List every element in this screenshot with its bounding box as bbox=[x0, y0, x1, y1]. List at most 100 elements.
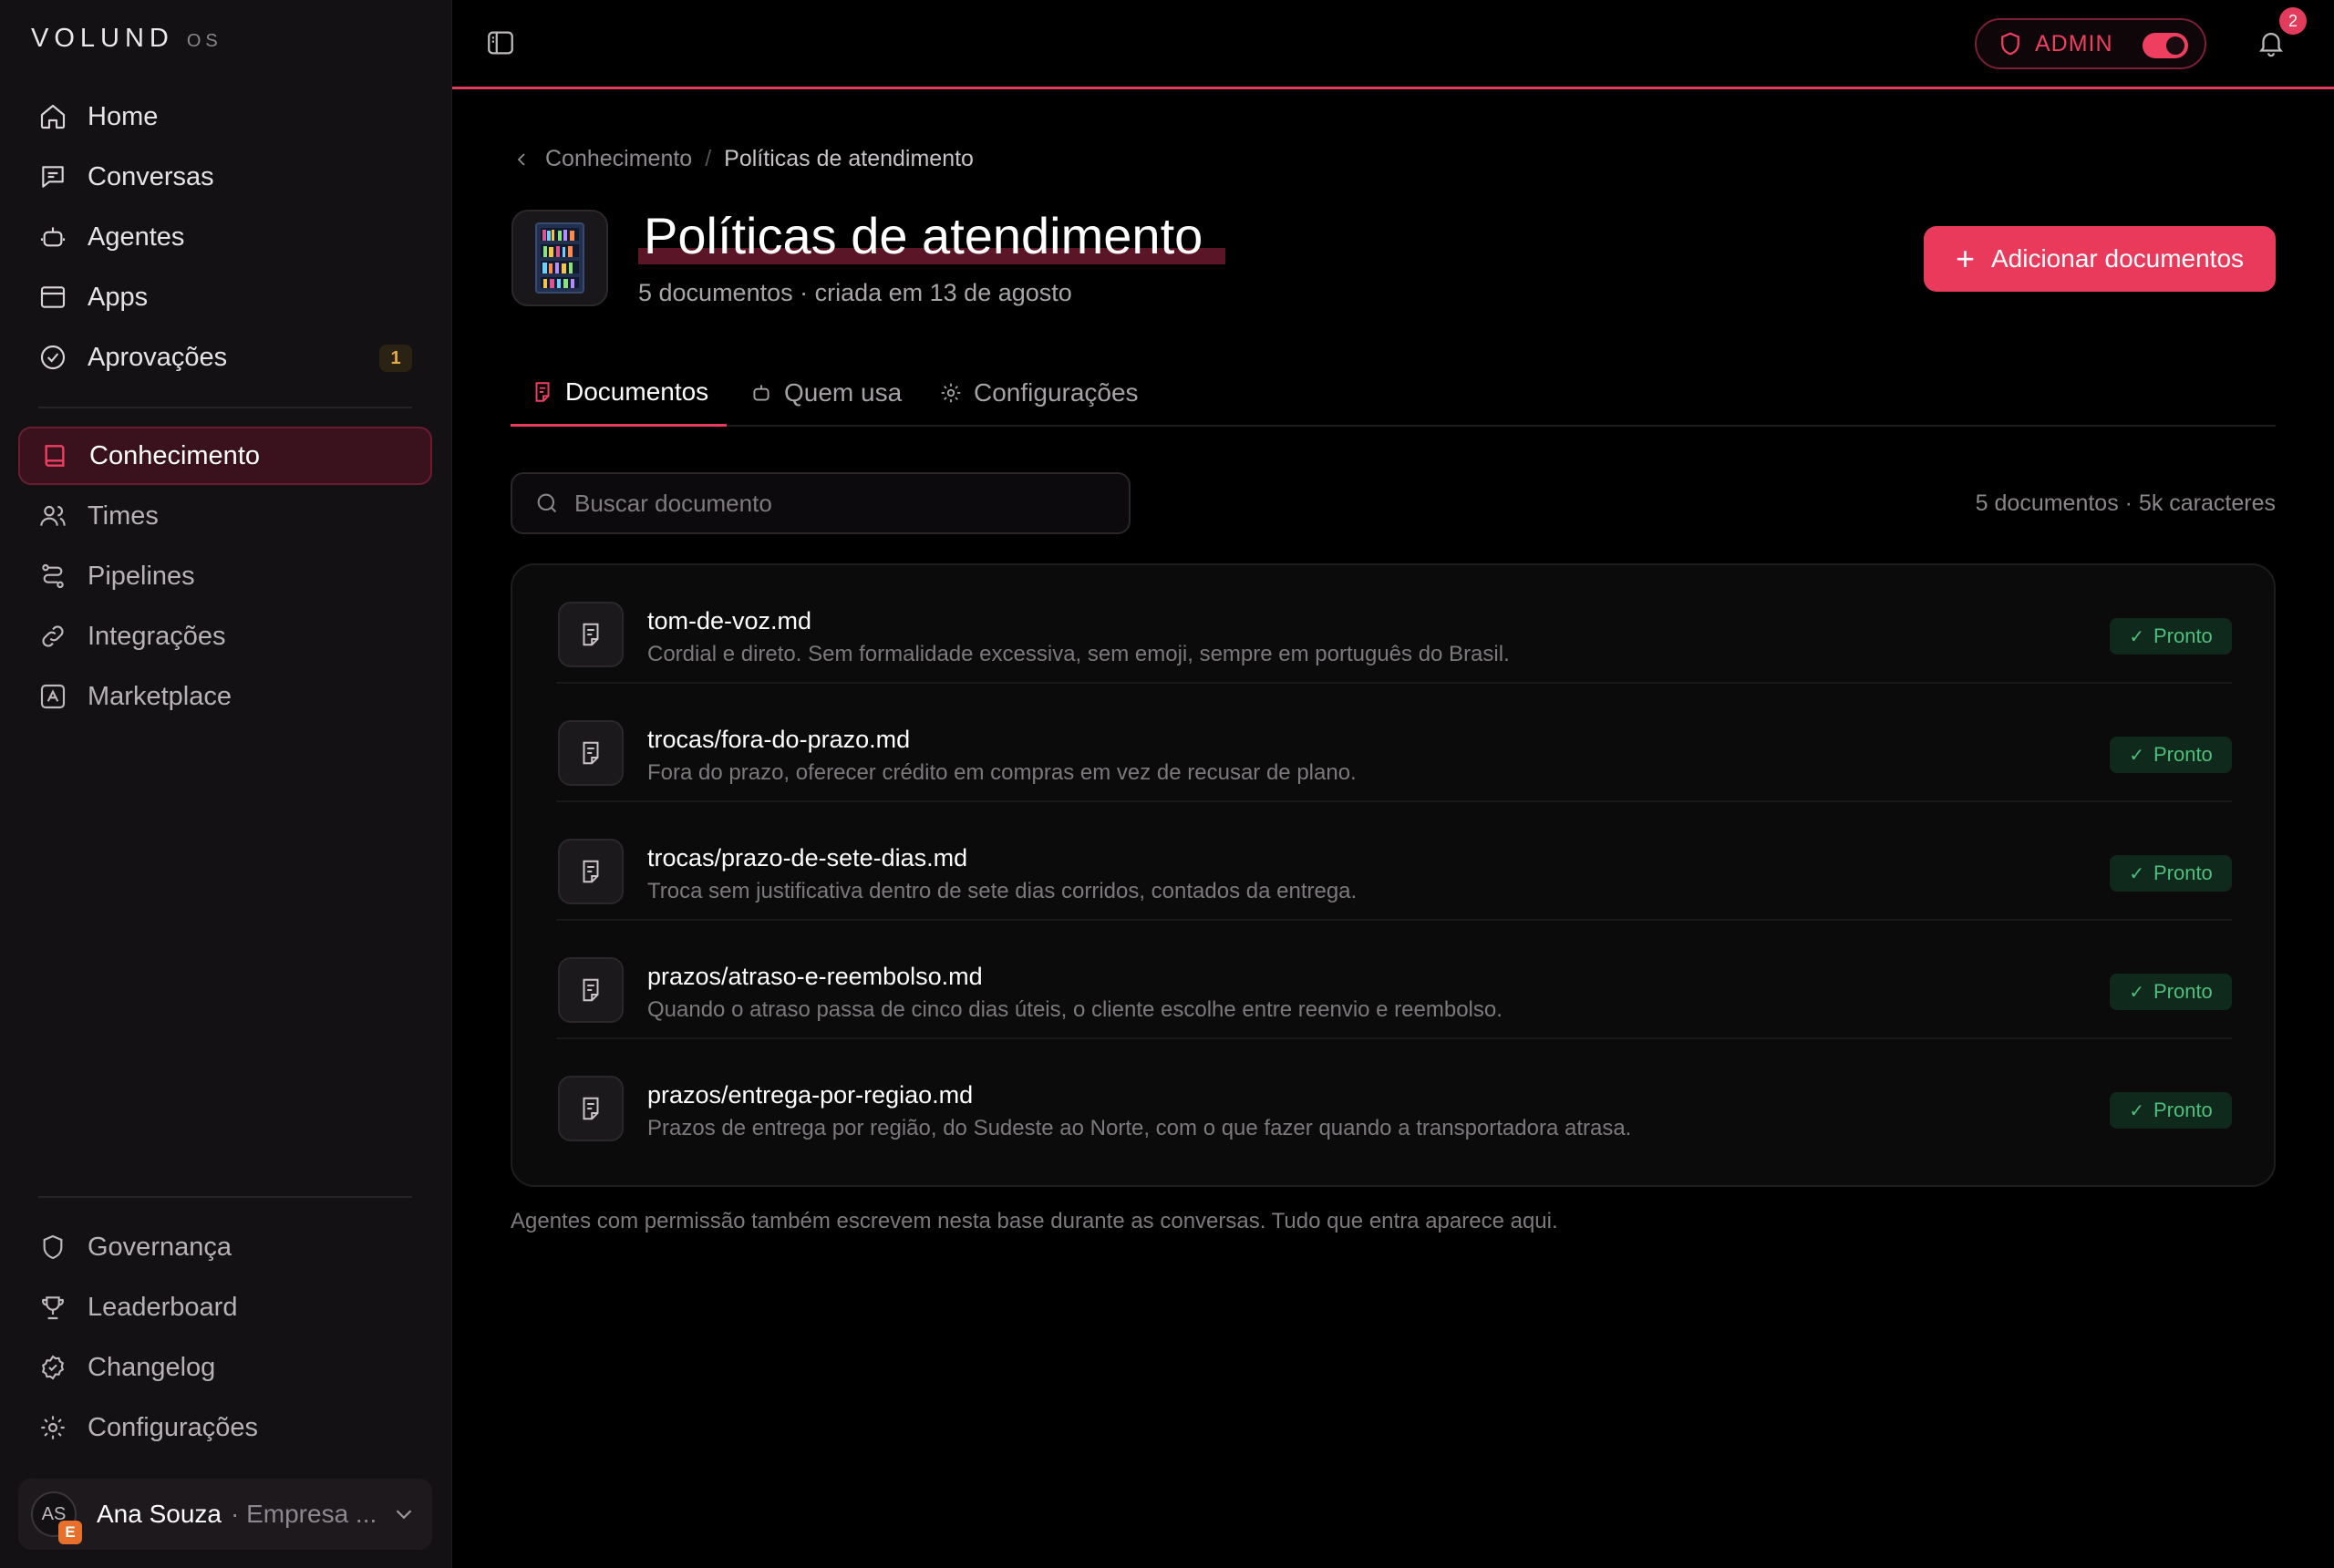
sidebar-item-configuracoes[interactable]: Configurações bbox=[18, 1398, 432, 1457]
sidebar-bottom-nav: Governança Leaderboard Changelog Configu… bbox=[18, 1218, 432, 1459]
sidebar-item-marketplace[interactable]: Marketplace bbox=[18, 667, 432, 726]
search-icon bbox=[537, 493, 557, 513]
home-icon bbox=[40, 104, 66, 129]
document-icon bbox=[558, 1076, 624, 1141]
pipeline-icon bbox=[42, 563, 64, 589]
sidebar-item-agentes[interactable]: Agentes bbox=[18, 208, 432, 266]
store-icon bbox=[40, 684, 66, 709]
gear-icon bbox=[41, 1416, 65, 1439]
sidebar-item-apps[interactable]: Apps bbox=[18, 268, 432, 326]
sidebar-item-label: Home bbox=[88, 101, 159, 131]
sidebar-item-label: Apps bbox=[88, 282, 149, 312]
add-documents-label: Adicionar documentos bbox=[1990, 244, 2245, 273]
app-logo[interactable]: VOLUND OS bbox=[31, 24, 222, 54]
status-label: Pronto bbox=[2153, 1099, 2213, 1121]
document-description: Fora do prazo, oferecer crédito em compr… bbox=[647, 760, 1357, 785]
breadcrumb: Conhecimento / Políticas de atendimento bbox=[511, 146, 974, 172]
sidebar-item-label: Aprovações bbox=[88, 342, 228, 372]
documents-stats: 5 documentos · 5k caracteres bbox=[1975, 490, 2276, 516]
approvals-count-badge: 1 bbox=[379, 345, 412, 372]
sidebar-item-pipelines[interactable]: Pipelines bbox=[18, 547, 432, 605]
status-badge: ✓ Pronto bbox=[2110, 855, 2232, 892]
user-menu[interactable]: AS E Ana Souza · Empresa ... bbox=[18, 1479, 432, 1550]
sidebar-item-conhecimento[interactable]: Conhecimento bbox=[18, 427, 432, 485]
search-input[interactable] bbox=[574, 489, 1103, 518]
document-name: tom-de-voz.md bbox=[647, 607, 812, 634]
document-name: trocas/prazo-de-sete-dias.md bbox=[647, 844, 968, 872]
sidebar: VOLUND OS Home Conversas Agentes Apps Ap… bbox=[0, 0, 452, 1568]
sidebar-item-governanca[interactable]: Governança bbox=[18, 1218, 432, 1276]
avatar: AS E bbox=[31, 1491, 82, 1544]
sidebar-secondary-nav: Conhecimento Times Pipelines Integrações… bbox=[18, 427, 432, 727]
admin-switch[interactable] bbox=[2143, 33, 2188, 58]
tab-label: Quem usa bbox=[784, 378, 903, 407]
sidebar-item-label: Leaderboard bbox=[88, 1292, 238, 1322]
status-badge: ✓ Pronto bbox=[2110, 737, 2232, 773]
shield-icon bbox=[43, 1234, 63, 1260]
tab-label: Configurações bbox=[974, 378, 1139, 407]
status-badge: ✓ Pronto bbox=[2110, 974, 2232, 1010]
chevron-left-icon[interactable] bbox=[511, 149, 532, 170]
app-window-icon bbox=[40, 286, 66, 308]
sidebar-item-label: Times bbox=[88, 500, 159, 531]
sidebar-item-aprovacoes[interactable]: Aprovações 1 bbox=[18, 328, 432, 387]
badge-check-icon bbox=[41, 1355, 65, 1380]
sidebar-divider bbox=[38, 407, 412, 408]
status-label: Pronto bbox=[2153, 743, 2213, 766]
document-description: Cordial e direto. Sem formalidade excess… bbox=[647, 642, 1510, 666]
status-badge: ✓ Pronto bbox=[2110, 618, 2232, 655]
sidebar-item-label: Changelog bbox=[88, 1352, 216, 1382]
tab-configuracoes[interactable]: Configurações bbox=[939, 359, 1139, 427]
admin-mode-toggle[interactable]: ADMIN bbox=[1975, 18, 2206, 69]
document-icon bbox=[558, 957, 624, 1023]
status-label: Pronto bbox=[2153, 624, 2213, 647]
bookshelf-icon bbox=[535, 222, 584, 294]
document-icon bbox=[535, 381, 550, 402]
check-icon: ✓ bbox=[2129, 1100, 2144, 1121]
sidebar-item-home[interactable]: Home bbox=[18, 88, 432, 146]
notification-count-badge: 2 bbox=[2279, 7, 2307, 35]
document-description: Prazos de entrega por região, do Sudeste… bbox=[647, 1116, 1632, 1140]
sidebar-item-integracoes[interactable]: Integrações bbox=[18, 607, 432, 665]
user-company: · Empresa ... bbox=[231, 1500, 377, 1528]
page-title: Políticas de atendimento bbox=[644, 207, 1203, 264]
add-documents-button[interactable]: + Adicionar documentos bbox=[1924, 226, 2276, 292]
check-icon: ✓ bbox=[2129, 863, 2144, 884]
gear-icon bbox=[941, 383, 961, 403]
link-icon bbox=[42, 625, 64, 647]
list-item[interactable]: tom-de-voz.md Cordial e direto. Sem form… bbox=[556, 565, 2232, 684]
tab-documentos[interactable]: Documentos bbox=[511, 359, 728, 427]
sidebar-item-label: Configurações bbox=[88, 1412, 258, 1442]
topbar: ADMIN 2 bbox=[452, 0, 2334, 89]
sidebar-item-times[interactable]: Times bbox=[18, 487, 432, 545]
breadcrumb-parent-link[interactable]: Conhecimento bbox=[545, 146, 692, 172]
list-item[interactable]: trocas/prazo-de-sete-dias.md Troca sem j… bbox=[556, 802, 2232, 921]
check-icon: ✓ bbox=[2129, 626, 2144, 647]
tab-label: Documentos bbox=[565, 377, 709, 406]
tab-quem-usa[interactable]: Quem usa bbox=[749, 359, 902, 427]
sidebar-item-leaderboard[interactable]: Leaderboard bbox=[18, 1278, 432, 1336]
tabs: Documentos Quem usa Configurações bbox=[511, 359, 2276, 427]
sidebar-item-label: Conhecimento bbox=[89, 440, 260, 470]
admin-label: ADMIN bbox=[2035, 30, 2113, 57]
book-icon bbox=[45, 445, 65, 467]
document-description: Quando o atraso passa de cinco dias útei… bbox=[647, 997, 1503, 1022]
document-description: Troca sem justificativa dentro de sete d… bbox=[647, 879, 1358, 903]
sidebar-item-label: Conversas bbox=[88, 161, 214, 191]
sidebar-toggle-icon[interactable] bbox=[485, 27, 516, 58]
status-label: Pronto bbox=[2153, 861, 2213, 884]
list-item[interactable]: trocas/fora-do-prazo.md Fora do prazo, o… bbox=[556, 684, 2232, 802]
org-badge: E bbox=[58, 1521, 82, 1544]
logo-text: VOLUND bbox=[31, 24, 174, 53]
sidebar-item-conversas[interactable]: Conversas bbox=[18, 148, 432, 206]
document-name: prazos/atraso-e-reembolso.md bbox=[647, 963, 983, 990]
document-icon bbox=[558, 602, 624, 667]
list-item[interactable]: prazos/entrega-por-regiao.md Prazos de e… bbox=[556, 1039, 2232, 1158]
chevron-down-icon bbox=[396, 1510, 412, 1520]
status-label: Pronto bbox=[2153, 980, 2213, 1003]
bell-icon[interactable] bbox=[2256, 27, 2287, 58]
document-icon bbox=[558, 720, 624, 786]
sidebar-item-changelog[interactable]: Changelog bbox=[18, 1338, 432, 1397]
list-item[interactable]: prazos/atraso-e-reembolso.md Quando o at… bbox=[556, 921, 2232, 1039]
sidebar-divider bbox=[38, 1196, 412, 1198]
